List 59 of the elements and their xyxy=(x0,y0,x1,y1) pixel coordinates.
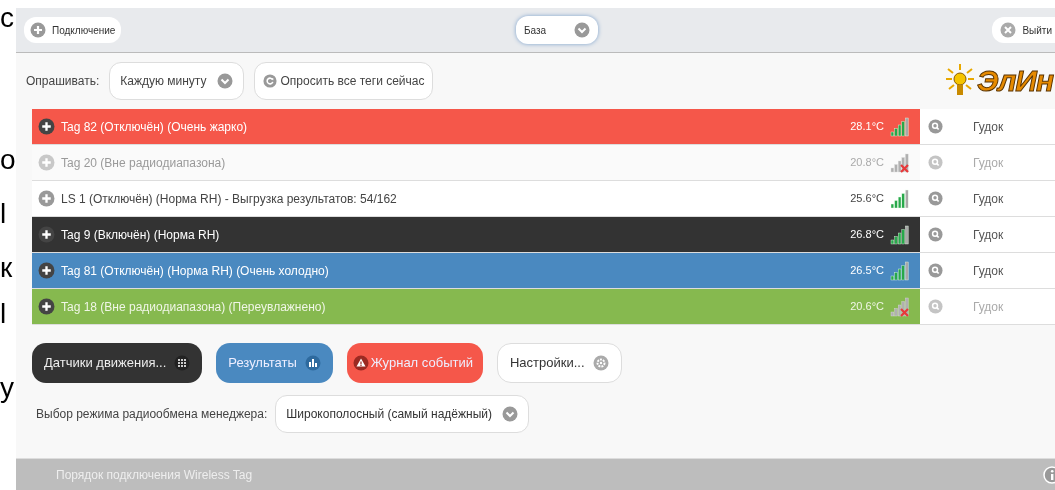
search-icon xyxy=(928,227,943,242)
tag-name: Tag 18 (Вне радиодиапазона) (Переувлажнено) xyxy=(61,298,327,316)
expand-icon xyxy=(38,226,55,243)
expand-icon xyxy=(38,118,55,135)
action-button[interactable]: Датчики движения... xyxy=(32,343,203,383)
search-icon xyxy=(928,155,943,170)
interval-dropdown[interactable]: Каждую минуту xyxy=(109,62,244,100)
add-icon xyxy=(30,22,46,38)
radio-mode-label: Выбор режима радиообмена менеджера: xyxy=(36,406,268,423)
chevron-down-icon xyxy=(216,73,233,89)
action-button[interactable]: Настройки... xyxy=(496,343,622,383)
search-icon xyxy=(928,119,943,134)
margin-text: с xyxy=(0,4,14,32)
margin-text: l xyxy=(0,300,7,328)
expand-icon xyxy=(38,154,55,171)
temperature: 25.6°C xyxy=(850,191,884,207)
margin-text: у xyxy=(0,374,14,402)
base-dropdown[interactable]: База xyxy=(515,16,598,44)
settings-icon xyxy=(592,355,609,371)
grid-icon xyxy=(174,355,191,371)
beep-link[interactable]: Гудок xyxy=(973,261,1004,280)
margin-text: l xyxy=(0,200,7,228)
tag-row[interactable]: Tag 9 (Включён) (Норма RH) 26.8°C xyxy=(32,217,920,252)
search-icon xyxy=(928,299,943,314)
bar-chart-icon xyxy=(304,355,321,371)
temperature: 26.8°C xyxy=(850,227,884,243)
radio-mode-dropdown[interactable]: Широкополосный (самый надёжный) xyxy=(275,395,529,433)
expand-icon xyxy=(38,262,55,279)
info-icon[interactable] xyxy=(1043,465,1055,484)
beep-link[interactable]: Гудок xyxy=(973,225,1004,244)
poll-label: Опрашивать: xyxy=(26,73,100,90)
expand-icon xyxy=(38,190,55,207)
logo: ЭлИн xyxy=(977,66,1053,96)
warning-icon xyxy=(352,355,369,371)
poll-all-button[interactable]: Опросить все теги сейчас xyxy=(253,62,434,100)
search-icon xyxy=(928,263,943,278)
tag-name: LS 1 (Отключён) (Норма RH) - Выгрузка результатов: 54/162 xyxy=(61,190,398,208)
tag-name: Tag 81 (Отключён) (Норма RH) (Очень холодно) xyxy=(61,262,330,280)
beep-link[interactable]: Гудок xyxy=(973,189,1004,208)
margin-text: о xyxy=(0,146,16,174)
chevron-down-icon xyxy=(573,22,590,38)
search-icon xyxy=(928,191,943,206)
tag-name: Tag 82 (Отключён) (Очень жарко) xyxy=(61,118,249,136)
close-icon xyxy=(1000,22,1017,38)
tag-row[interactable]: LS 1 (Отключён) (Норма RH) - Выгрузка результатов: 54/162 25.6°C xyxy=(32,181,920,216)
exit-button[interactable]: Выйти xyxy=(992,17,1055,43)
margin-text: к xyxy=(0,254,13,282)
refresh-icon xyxy=(262,74,277,88)
tag-name: Tag 9 (Включён) (Норма RH) xyxy=(61,226,221,244)
beep-link[interactable]: Гудок xyxy=(973,117,1004,136)
tag-row[interactable]: Tag 81 (Отключён) (Норма RH) (Очень холодно) 26.5°C xyxy=(32,253,920,288)
tag-name: Tag 20 (Вне радиодиапазона) xyxy=(61,154,227,172)
temperature: 26.5°C xyxy=(850,263,884,279)
temperature: 20.6°C xyxy=(850,299,884,315)
chevron-down-icon xyxy=(501,406,518,422)
temperature: 20.8°C xyxy=(850,155,884,171)
expand-icon xyxy=(38,298,55,315)
temperature: 28.1°C xyxy=(850,119,884,135)
connect-button[interactable]: Подключение xyxy=(24,17,122,43)
